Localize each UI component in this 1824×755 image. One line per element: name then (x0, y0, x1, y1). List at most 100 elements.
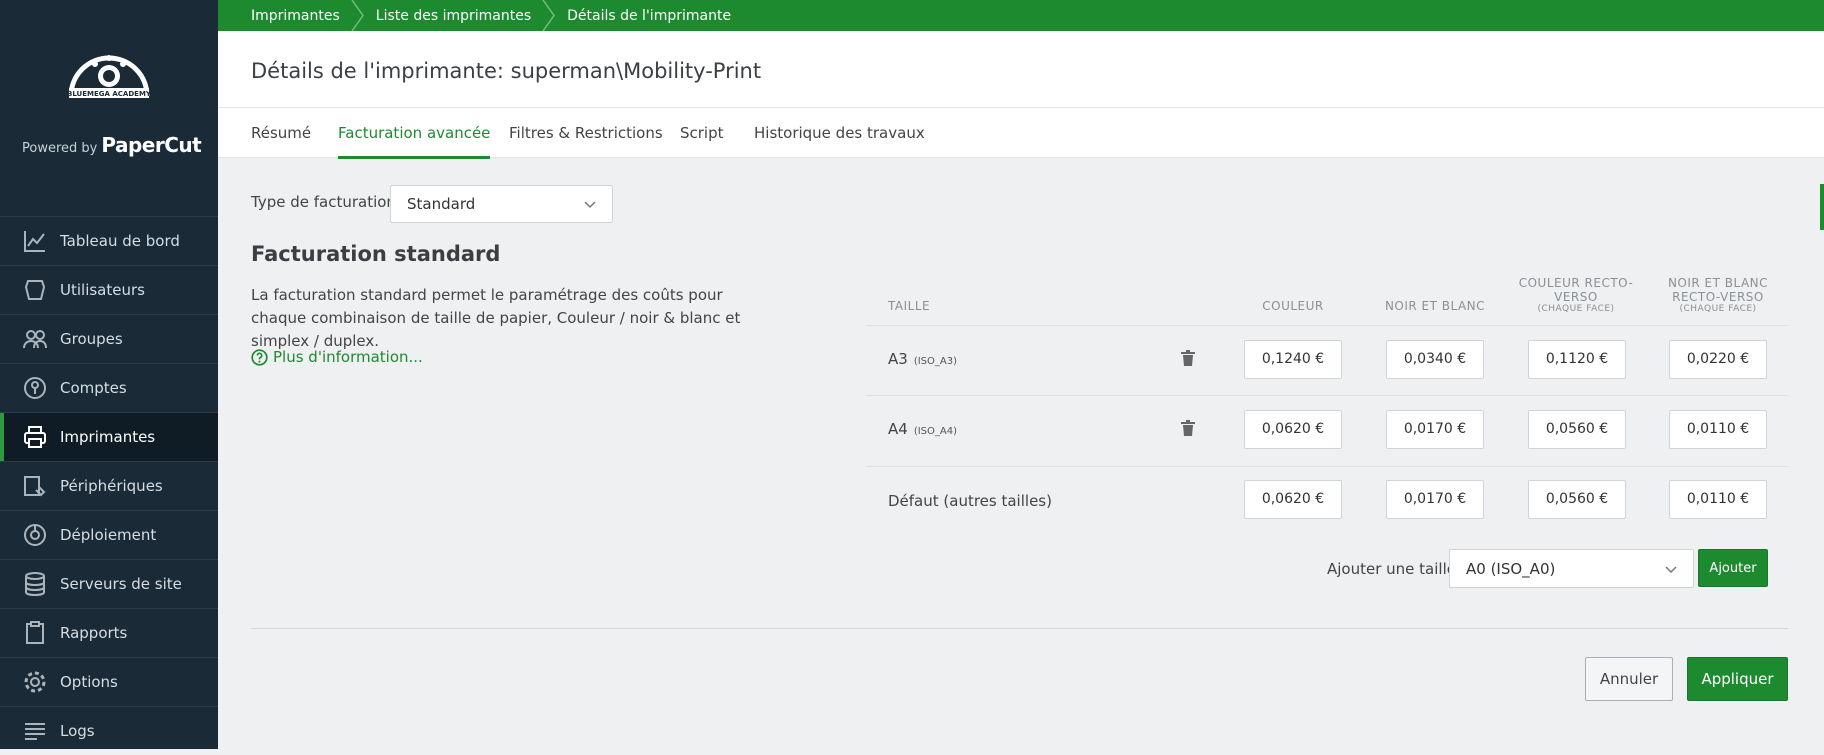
powered-by: Powered by PaperCut (22, 133, 202, 157)
papercut-brand: PaperCut (101, 133, 202, 157)
cancel-button[interactable]: Annuler (1585, 657, 1673, 701)
logo-text: BLUEMEGA ACADEMY (67, 90, 152, 98)
apply-button[interactable]: Appliquer (1687, 657, 1788, 701)
chevron-down-icon (584, 201, 596, 209)
lock-icon (22, 375, 48, 401)
database-icon (22, 571, 48, 597)
sidebar-item-users[interactable]: Utilisateurs (0, 265, 218, 314)
header-color: COULEUR (1262, 299, 1324, 313)
cost-input-color-duplex[interactable]: 0,0560 € (1528, 480, 1626, 519)
breadcrumb-separator-icon (542, 0, 556, 31)
sidebar-item-accounts[interactable]: Comptes (0, 363, 218, 412)
sidebar-item-reports[interactable]: Rapports (0, 608, 218, 657)
size-code: (ISO_A4) (913, 426, 957, 437)
sidebar-item-logs[interactable]: Logs (0, 706, 218, 755)
tab-filters-restrictions[interactable]: Filtres & Restrictions (509, 108, 663, 158)
footer-divider (251, 628, 1788, 629)
header-per-face: (CHAQUE FACE) (1537, 304, 1615, 314)
header-bw-duplex: NOIR ET BLANC RECTO-VERSO (CHAQUE FACE) (1662, 276, 1774, 314)
billing-type-value: Standard (407, 195, 476, 213)
cost-input-color-duplex[interactable]: 0,0560 € (1528, 410, 1626, 449)
tab-script[interactable]: Script (680, 108, 724, 158)
sidebar-item-label: Imprimantes (60, 428, 156, 446)
cost-input-color[interactable]: 0,1240 € (1244, 340, 1342, 379)
sidebar-item-label: Déploiement (60, 526, 157, 544)
sidebar-item-label: Serveurs de site (60, 575, 182, 593)
header-bw-duplex-label: NOIR ET BLANC RECTO-VERSO (1667, 276, 1769, 304)
tab-summary[interactable]: Résumé (251, 108, 311, 158)
cost-input-bw[interactable]: 0,0170 € (1386, 480, 1484, 519)
add-size-label: Ajouter une taille: (1327, 560, 1462, 578)
trash-icon[interactable] (1181, 350, 1195, 366)
breadcrumb-printers[interactable]: Imprimantes (251, 0, 340, 31)
sidebar-item-label: Tableau de bord (60, 232, 180, 250)
sidebar-item-groups[interactable]: Groupes (0, 314, 218, 363)
device-icon (22, 473, 48, 499)
cost-input-bw-duplex[interactable]: 0,0110 € (1669, 480, 1767, 519)
trash-icon[interactable] (1181, 420, 1195, 436)
users-icon (22, 326, 48, 352)
chart-line-icon (22, 228, 48, 254)
section-title: Facturation standard (251, 242, 501, 266)
help-icon (251, 348, 268, 366)
more-info-text: Plus d'information... (273, 348, 423, 366)
tab-bar: Résumé Facturation avancée Filtres & Res… (218, 108, 1824, 159)
table-row-size: Défaut (autres tailles) (888, 492, 1052, 510)
add-size-button[interactable]: Ajouter (1698, 549, 1768, 587)
sidebar-item-label: Options (60, 673, 118, 691)
breadcrumb-separator-icon (351, 0, 364, 31)
sidebar-nav: Tableau de bord Utilisateurs Groupes Com… (0, 216, 218, 755)
sidebar-item-site-servers[interactable]: Serveurs de site (0, 559, 218, 608)
cost-input-color-duplex[interactable]: 0,1120 € (1528, 340, 1626, 379)
table-divider (866, 325, 1788, 326)
chevron-down-icon (1665, 565, 1677, 573)
add-size-value: A0 (ISO_A0) (1466, 559, 1556, 578)
size-name: Défaut (autres tailles) (888, 492, 1052, 510)
more-info-link[interactable]: Plus d'information... (251, 348, 423, 366)
cost-input-bw-duplex[interactable]: 0,0220 € (1669, 340, 1767, 379)
bluemega-logo: BLUEMEGA ACADEMY (0, 52, 218, 100)
sidebar-item-label: Périphériques (60, 477, 163, 495)
cost-input-bw[interactable]: 0,0340 € (1386, 340, 1484, 379)
sidebar-item-label: Logs (60, 722, 95, 740)
size-name: A3 (888, 350, 908, 368)
size-name: A4 (888, 420, 908, 438)
table-divider (866, 395, 1788, 396)
breadcrumb-printer-details: Détails de l'imprimante (567, 7, 732, 24)
sidebar-item-dashboard[interactable]: Tableau de bord (0, 216, 218, 265)
tab-job-history[interactable]: Historique des travaux (754, 108, 925, 158)
header-size: TAILLE (888, 299, 931, 313)
cost-input-bw-duplex[interactable]: 0,0110 € (1669, 410, 1767, 449)
sidebar-item-deployment[interactable]: Déploiement (0, 510, 218, 559)
deploy-icon (22, 522, 48, 548)
clipboard-icon (22, 620, 48, 646)
cost-input-color[interactable]: 0,0620 € (1244, 410, 1342, 449)
add-size-select[interactable]: A0 (ISO_A0) (1449, 549, 1694, 588)
size-code: (ISO_A3) (913, 356, 957, 367)
table-row-size: A4 (ISO_A4) (888, 420, 957, 438)
billing-type-select[interactable]: Standard (390, 185, 613, 223)
sidebar-item-label: Rapports (60, 624, 128, 642)
cost-input-color[interactable]: 0,0620 € (1244, 480, 1342, 519)
list-icon (22, 718, 48, 744)
gear-icon (22, 669, 48, 695)
page-title: Détails de l'imprimante: superman\Mobili… (251, 59, 762, 83)
header-per-face: (CHAQUE FACE) (1679, 304, 1757, 314)
sidebar: BLUEMEGA ACADEMY Powered by PaperCut Tabl… (0, 0, 218, 749)
scrollbar-indicator[interactable] (1820, 184, 1824, 230)
sidebar-item-label: Comptes (60, 379, 127, 397)
breadcrumb: Imprimantes Liste des imprimantes Détail… (218, 0, 1824, 31)
sidebar-item-options[interactable]: Options (0, 657, 218, 706)
breadcrumb-printer-list[interactable]: Liste des imprimantes (376, 0, 531, 31)
sidebar-item-devices[interactable]: Périphériques (0, 461, 218, 510)
header-color-duplex-label: COULEUR RECTO-VERSO (1518, 276, 1634, 304)
user-icon (22, 277, 48, 303)
sidebar-item-label: Groupes (60, 330, 123, 348)
tab-advanced-billing[interactable]: Facturation avancée (338, 108, 491, 159)
header-bw: NOIR ET BLANC (1384, 299, 1486, 313)
sidebar-item-printers[interactable]: Imprimantes (0, 412, 218, 461)
cost-input-bw[interactable]: 0,0170 € (1386, 410, 1484, 449)
page-header: Détails de l'imprimante: superman\Mobili… (218, 31, 1824, 108)
billing-description: La facturation standard permet le paramé… (251, 286, 741, 350)
billing-type-label: Type de facturation: (251, 193, 401, 211)
